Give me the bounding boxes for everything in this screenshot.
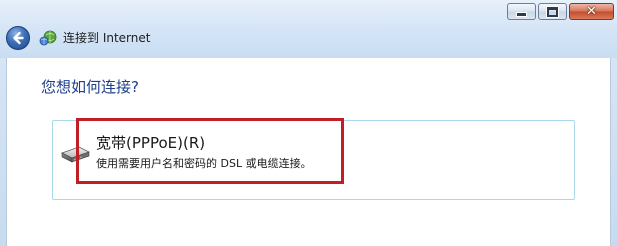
maximize-icon — [539, 4, 566, 19]
wizard-content: 您想如何连接? 宽带(PPPoE)(R) 使用需要用户名和密码的 DSL 或电缆… — [6, 58, 611, 246]
close-icon: ✕ — [586, 4, 597, 19]
title-bar: ✕ 连接到 Internet — [0, 0, 617, 58]
network-globe-icon — [39, 30, 57, 46]
back-arrow-icon — [13, 31, 24, 45]
back-button[interactable] — [6, 26, 30, 50]
option-broadband-pppoe[interactable]: 宽带(PPPoE)(R) 使用需要用户名和密码的 DSL 或电缆连接。 — [52, 120, 575, 200]
close-button[interactable]: ✕ — [569, 3, 614, 20]
option-title: 宽带(PPPoE)(R) — [96, 134, 206, 152]
minimize-button[interactable] — [507, 3, 536, 20]
page-heading: 您想如何连接? — [41, 78, 139, 96]
option-description: 使用需要用户名和密码的 DSL 或电缆连接。 — [96, 157, 312, 170]
minimize-icon — [508, 4, 535, 19]
connect-to-internet-window: ✕ 连接到 Internet 您想如何连接? 宽带(PPPoE)(R) 使用需要… — [0, 0, 617, 246]
broadband-modem-icon — [61, 146, 90, 163]
caption-buttons: ✕ — [507, 3, 614, 20]
maximize-button[interactable] — [538, 3, 567, 20]
window-title: 连接到 Internet — [63, 31, 151, 45]
